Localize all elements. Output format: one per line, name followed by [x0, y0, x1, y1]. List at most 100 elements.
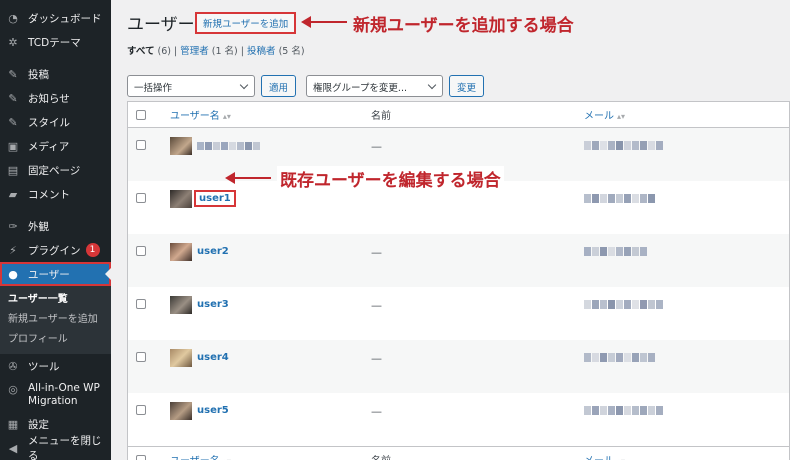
- column-label: ユーザー名: [170, 111, 220, 122]
- users-table: ユーザー名 ▴▾ 名前 メール ▴▾ — user1 user2 — user3…: [127, 101, 790, 460]
- bulk-action-select[interactable]: 一括操作: [127, 75, 255, 97]
- gear-icon: ✲: [8, 35, 18, 49]
- user-link-user1[interactable]: user1: [194, 190, 236, 207]
- sidebar-item-tools[interactable]: ✇ ツール: [0, 354, 111, 378]
- sidebar-item-label: 投稿: [28, 68, 49, 81]
- filter-contributor[interactable]: 投稿者: [247, 46, 276, 57]
- filter-all[interactable]: すべて: [127, 46, 154, 57]
- sidebar-item-label: メニューを閉じる: [28, 435, 102, 460]
- user-icon: ●: [8, 267, 18, 281]
- filter-contributor-count: (5 名): [278, 46, 305, 57]
- filter-admin[interactable]: 管理者: [180, 46, 209, 57]
- update-count-badge: 1: [85, 243, 100, 257]
- apply-button[interactable]: 適用: [261, 75, 297, 97]
- sidebar-item-label: お知らせ: [28, 92, 70, 105]
- row-checkbox[interactable]: [136, 140, 146, 150]
- sidebar-item-label: メディア: [28, 140, 70, 153]
- brush-icon: ✑: [8, 219, 18, 233]
- pin-icon: ✎: [8, 115, 18, 129]
- users-submenu: ユーザー一覧 新規ユーザーを追加 プロフィール: [0, 286, 111, 354]
- blurred-username: [197, 140, 261, 150]
- row-checkbox[interactable]: [136, 405, 146, 415]
- sidebar-item-tcd-theme[interactable]: ✲ TCDテーマ: [0, 30, 111, 54]
- user-link-user2[interactable]: user2: [197, 246, 229, 257]
- column-email[interactable]: メール ▴▾: [584, 107, 625, 122]
- pin-icon: ✎: [8, 91, 18, 105]
- change-role-button[interactable]: 変更: [449, 75, 485, 97]
- table-row: user2 —: [128, 234, 789, 287]
- name-cell: —: [371, 140, 382, 153]
- role-change-select[interactable]: 権限グループを変更...: [306, 75, 443, 97]
- sidebar-item-label: TCDテーマ: [28, 36, 81, 49]
- row-checkbox[interactable]: [136, 246, 146, 256]
- name-cell: —: [371, 352, 382, 365]
- sidebar-item-media[interactable]: ▣ メディア: [0, 134, 111, 158]
- blurred-email: [584, 193, 656, 203]
- sidebar-item-label: スタイル: [28, 116, 70, 129]
- column-name: 名前: [371, 111, 391, 122]
- arrow-left-icon: [301, 16, 347, 28]
- arrow-left-icon: [225, 172, 271, 184]
- sidebar-item-plugins[interactable]: ⚡ プラグイン 1: [0, 238, 111, 262]
- sidebar-item-label: ユーザー: [28, 268, 70, 281]
- filter-admin-count: (1 名): [211, 46, 238, 57]
- user-link-user4[interactable]: user4: [197, 352, 229, 363]
- sidebar-item-style[interactable]: ✎ スタイル: [0, 110, 111, 134]
- table-row: user4 —: [128, 340, 789, 393]
- page-icon: ▤: [7, 163, 19, 177]
- comment-icon: ▰: [8, 187, 18, 201]
- sidebar-item-label: 設定: [28, 418, 49, 431]
- sidebar-item-label: コメント: [28, 188, 70, 201]
- pin-icon: ✎: [8, 67, 18, 81]
- sidebar-item-appearance[interactable]: ✑ 外観: [0, 214, 111, 238]
- sidebar-item-label: ツール: [28, 360, 60, 373]
- filter-separator: |: [240, 46, 244, 57]
- select-all-checkbox[interactable]: [136, 109, 146, 120]
- migration-icon: ◎: [8, 382, 18, 396]
- plugin-icon: ⚡: [9, 243, 17, 257]
- avatar: [170, 349, 192, 367]
- user-link-user5[interactable]: user5: [197, 405, 229, 416]
- sidebar-item-users[interactable]: ● ユーザー: [0, 262, 111, 286]
- column-username[interactable]: ユーザー名 ▴▾: [170, 107, 231, 122]
- avatar: [170, 243, 192, 261]
- sidebar-item-migration[interactable]: ◎ All-in-One WP Migration: [0, 378, 111, 412]
- sidebar-item-label: All-in-One WP Migration: [28, 382, 100, 407]
- user-role-filters: すべて (6) | 管理者 (1 名) | 投稿者 (5 名): [127, 43, 305, 57]
- column-label: メール: [584, 111, 614, 122]
- sidebar-item-collapse[interactable]: ◀ メニューを閉じる: [0, 435, 111, 460]
- row-checkbox[interactable]: [136, 193, 146, 203]
- wrench-icon: ✇: [8, 359, 18, 373]
- sidebar-item-pages[interactable]: ▤ 固定ページ: [0, 158, 111, 182]
- column-email-footer[interactable]: メール▴▾: [584, 452, 625, 460]
- row-checkbox[interactable]: [136, 352, 146, 362]
- column-username-footer[interactable]: ユーザー名▴▾: [170, 452, 231, 460]
- settings-icon: ▦: [7, 417, 19, 431]
- submenu-item-profile[interactable]: プロフィール: [0, 330, 111, 350]
- sort-icon: ▴▾: [222, 112, 231, 121]
- blurred-email: [584, 352, 656, 362]
- sidebar-item-news[interactable]: ✎ お知らせ: [0, 86, 111, 110]
- collapse-icon: ◀: [8, 441, 18, 455]
- admin-sidebar: ◔ ダッシュボード ✲ TCDテーマ ✎ 投稿 ✎ お知らせ ✎ スタイル ▣ メディア ▤…: [0, 0, 111, 460]
- sidebar-item-label: 固定ページ: [28, 164, 81, 177]
- page-title: ユーザー: [127, 15, 195, 35]
- avatar: [170, 296, 192, 314]
- column-label: メール: [584, 456, 614, 460]
- table-header: ユーザー名 ▴▾ 名前 メール ▴▾: [128, 102, 789, 128]
- column-label: ユーザー名: [170, 456, 220, 460]
- sidebar-item-dashboard[interactable]: ◔ ダッシュボード: [0, 6, 111, 30]
- user-link-user3[interactable]: user3: [197, 299, 229, 310]
- add-new-user-button[interactable]: 新規ユーザーを追加: [195, 12, 297, 34]
- sidebar-item-label: 外観: [28, 220, 49, 233]
- blurred-email: [584, 246, 648, 256]
- sidebar-item-label: ダッシュボード: [28, 12, 102, 25]
- sidebar-item-posts[interactable]: ✎ 投稿: [0, 62, 111, 86]
- select-all-checkbox-footer[interactable]: [136, 454, 146, 460]
- avatar: [170, 190, 192, 208]
- sidebar-item-comments[interactable]: ▰ コメント: [0, 182, 111, 206]
- row-checkbox[interactable]: [136, 299, 146, 309]
- submenu-item-add-new[interactable]: 新規ユーザーを追加: [0, 310, 111, 330]
- submenu-item-all-users[interactable]: ユーザー一覧: [0, 290, 111, 310]
- avatar: [170, 137, 192, 155]
